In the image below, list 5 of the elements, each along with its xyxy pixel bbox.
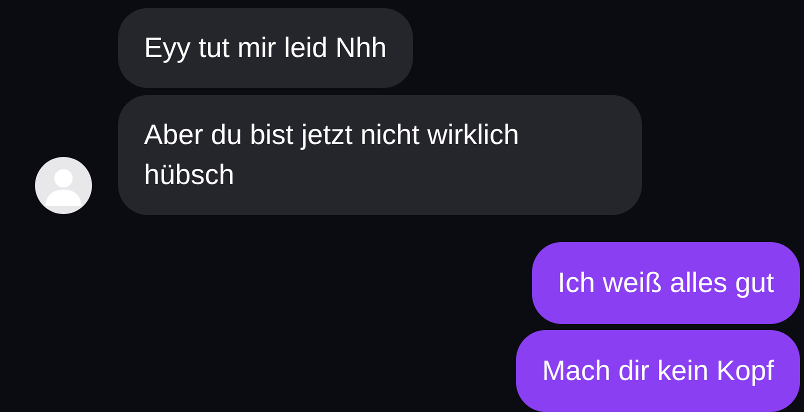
avatar-icon (35, 157, 92, 214)
message-bubble: Ich weiß alles gut (532, 242, 800, 324)
message-bubble: Mach dir kein Kopf (516, 330, 800, 412)
message-bubble: Eyy tut mir leid Nhh (118, 8, 413, 88)
message-bubble: Aber du bist jetzt nicht wirklich hübsch (118, 95, 642, 215)
